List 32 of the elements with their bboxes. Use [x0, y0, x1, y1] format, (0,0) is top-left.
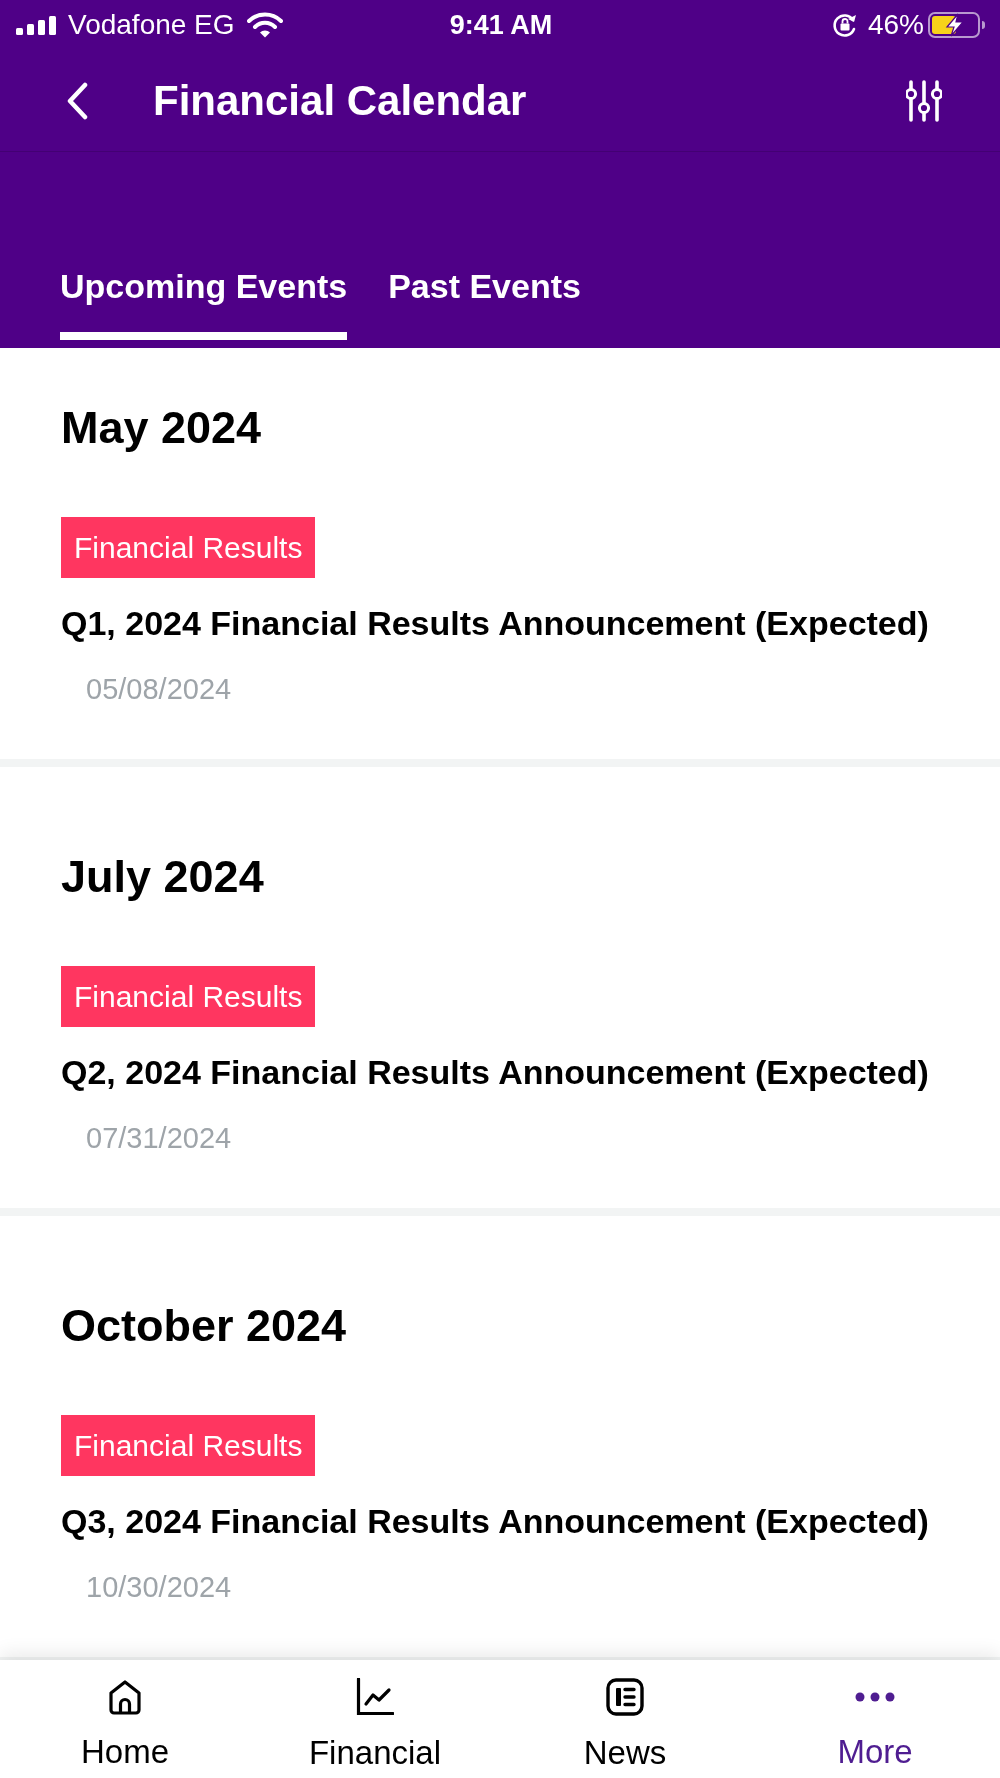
signal-icon — [16, 15, 56, 35]
page-title: Financial Calendar — [153, 75, 528, 126]
nav-tab[interactable]: Home — [0, 1660, 250, 1778]
category-tag: Financial Results — [61, 966, 316, 1027]
wifi-icon — [246, 12, 283, 38]
event-date: 05/08/2024 — [86, 673, 232, 705]
month-heading: July 2024 — [61, 851, 265, 903]
month-heading: October 2024 — [61, 1300, 348, 1352]
battery-percentage: 46% — [867, 9, 924, 41]
nav-tab[interactable]: More — [750, 1660, 1000, 1778]
nav-tab[interactable]: Financial — [250, 1660, 500, 1778]
event-date: 10/30/2024 — [86, 1571, 232, 1603]
back-icon[interactable] — [65, 81, 89, 120]
carrier-name: Vodafone EG — [68, 9, 235, 41]
month-heading: May 2024 — [61, 402, 263, 454]
newspaper-icon — [606, 1678, 644, 1716]
event-title[interactable]: Q2, 2024 Financial Results Announcement (Expected) — [61, 1053, 929, 1091]
event-date: 07/31/2024 — [86, 1122, 232, 1154]
line-chart-icon — [356, 1678, 394, 1716]
category-tag: Financial Results — [61, 1415, 316, 1476]
category-tag: Financial Results — [61, 517, 316, 578]
rotation-lock-icon — [831, 12, 858, 38]
battery-charging-icon — [928, 12, 986, 38]
tab[interactable]: Past Events — [388, 267, 581, 340]
event-title[interactable]: Q3, 2024 Financial Results Announcement (Expected) — [61, 1502, 929, 1540]
tab[interactable]: Upcoming Events — [60, 267, 348, 340]
status-time: 9:41 AM — [449, 9, 553, 41]
more-icon — [855, 1692, 895, 1702]
home-icon — [108, 1679, 142, 1715]
nav-tab[interactable]: News — [500, 1660, 750, 1778]
filter-icon[interactable] — [906, 79, 942, 122]
event-title[interactable]: Q1, 2024 Financial Results Announcement (Expected) — [61, 604, 929, 642]
